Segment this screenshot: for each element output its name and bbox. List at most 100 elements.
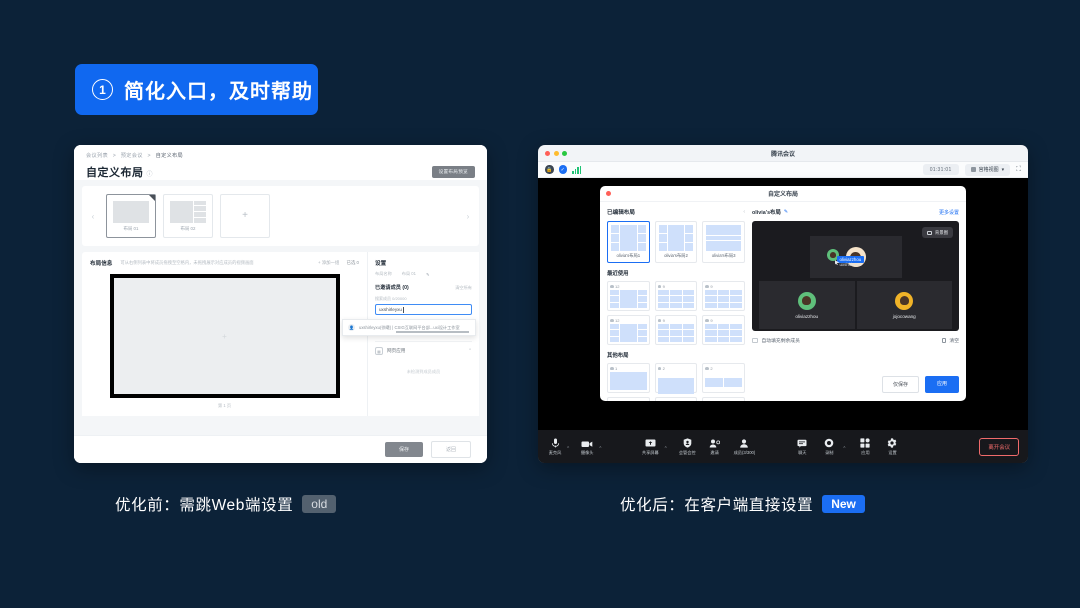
add-layout-button[interactable]: + bbox=[220, 194, 270, 238]
layout-capacity: 12 bbox=[610, 284, 647, 289]
layout-option[interactable]: 25 bbox=[654, 397, 698, 401]
layout-option[interactable]: 12 bbox=[607, 315, 650, 345]
layout-thumb[interactable]: 布局 02 bbox=[163, 194, 213, 238]
more-settings-link[interactable]: 更多设置 bbox=[939, 209, 959, 216]
selection-count: 已选 0 bbox=[346, 260, 359, 265]
chevron-up-icon[interactable]: ⌃ bbox=[566, 446, 570, 452]
user-avatar-icon: 👤 bbox=[348, 324, 355, 331]
apply-button[interactable]: 应用 bbox=[924, 376, 959, 393]
chevron-left-icon[interactable]: ‹ bbox=[88, 212, 98, 221]
toolbar-record-label: 录制 bbox=[825, 449, 834, 455]
toolbar-members-button[interactable]: 成员(3/300) bbox=[734, 438, 755, 456]
share-screen-icon bbox=[645, 438, 656, 448]
save-only-button[interactable]: 仅保存 bbox=[881, 376, 919, 393]
back-button[interactable]: 返回 bbox=[430, 441, 471, 458]
toolbar-manage-button[interactable]: 会管会控 bbox=[679, 437, 696, 456]
add-group-link[interactable]: + 添加一组 已选 0 bbox=[318, 260, 359, 266]
layout-option[interactable]: 1 bbox=[607, 363, 650, 393]
view-mode-selector[interactable]: 宫格视图 ▾ bbox=[964, 163, 1011, 176]
caption-after-text: 优化后：在客户端直接设置 bbox=[620, 497, 814, 514]
toolbar-mic-button[interactable]: 麦克风 bbox=[547, 438, 563, 456]
layout-preview bbox=[705, 290, 743, 308]
video-tile[interactable]: jojocowang bbox=[856, 281, 952, 329]
building-icon: ▦ bbox=[375, 347, 383, 355]
camera-icon bbox=[581, 438, 593, 448]
reset-layout-button[interactable]: 设置布局预览 bbox=[431, 166, 475, 178]
layout-option[interactable]: 9 bbox=[654, 315, 698, 345]
person-icon bbox=[657, 318, 662, 323]
edited-layout-card[interactable]: olivia's布局1 bbox=[607, 221, 650, 263]
chevron-left-icon[interactable]: ‹ bbox=[743, 209, 745, 215]
layout-option[interactable]: 2 bbox=[702, 363, 746, 393]
chevron-up-icon[interactable]: ⌃ bbox=[842, 446, 846, 452]
toolbar-camera-button[interactable]: 摄像头 bbox=[579, 438, 595, 456]
breadcrumb-item-0[interactable]: 会议列表 bbox=[86, 153, 108, 159]
layout-capacity: 12 bbox=[610, 318, 647, 323]
breadcrumb-item-1[interactable]: 预定会议 bbox=[121, 153, 143, 159]
chevron-up-icon[interactable]: ⌃ bbox=[468, 348, 472, 354]
edited-section-title: 已编辑布局 bbox=[607, 210, 635, 216]
edited-layout-card[interactable]: olivia's布局3 bbox=[702, 221, 746, 263]
toolbar-settings-button[interactable]: 设置 bbox=[884, 437, 900, 456]
info-circle-icon[interactable]: ⓘ bbox=[147, 172, 154, 178]
shield-user-icon bbox=[683, 437, 692, 448]
shield-lock-icon[interactable]: 🔒 bbox=[545, 165, 554, 174]
video-preview[interactable]: 背景图 oliviazzhou uxshirleyxu oliviazzhou … bbox=[752, 221, 959, 331]
badge-number: 1 bbox=[92, 79, 113, 100]
layout-info-title: 布局信息 bbox=[90, 261, 113, 267]
signal-bars-icon[interactable] bbox=[572, 165, 582, 174]
layout-preview bbox=[610, 372, 647, 390]
chevron-right-icon[interactable]: › bbox=[463, 212, 473, 221]
web-body: 会议列表 > 预定会议 > 自定义布局 自定义布局 ⓘ 设置布局预览 ‹ 布局 … bbox=[74, 145, 487, 463]
leave-meeting-button[interactable]: 离开会议 bbox=[979, 437, 1019, 456]
recent-layout-row: 12 9 9 bbox=[607, 315, 746, 345]
chevron-up-icon[interactable]: ⌃ bbox=[598, 446, 602, 452]
toolbar-invite-button[interactable]: 邀请 bbox=[707, 438, 723, 456]
video-tile-main[interactable]: oliviazzhou uxshirleyxu bbox=[809, 236, 902, 278]
layout-thumb-label: 布局 01 bbox=[123, 225, 139, 231]
layout-thumb[interactable]: 布局 01 bbox=[106, 194, 156, 238]
background-image-button[interactable]: 背景图 bbox=[921, 227, 953, 238]
search-suggestion-item[interactable]: 👤 uxshirleyxu(徐曦) | CSIG互联网平台部...uxi设计工作… bbox=[342, 319, 476, 336]
layout-capacity-value: 3 bbox=[615, 400, 617, 401]
layout-option[interactable]: 12 bbox=[607, 281, 650, 311]
autofill-checkbox[interactable] bbox=[752, 337, 758, 344]
invite-user-icon bbox=[709, 438, 721, 448]
layout-info-description: 可从右侧列表中将成员拖拽至空格内，未拖拽展示对应成员的视频画面 bbox=[120, 260, 254, 265]
search-input[interactable]: uxshirleyxu bbox=[375, 304, 472, 315]
fullscreen-icon[interactable]: ⛶ bbox=[1016, 166, 1021, 174]
trash-icon bbox=[941, 338, 947, 343]
chevron-up-icon[interactable]: ⌃ bbox=[664, 446, 668, 452]
layout-preview bbox=[658, 225, 694, 251]
custom-layout-dialog: 自定义布局 已编辑布局 ‹ olivia's布局1 olivia's布局2 ol… bbox=[600, 186, 966, 401]
save-button[interactable]: 保存 bbox=[384, 442, 423, 457]
toolbar-share-button[interactable]: 共享屏幕 bbox=[642, 438, 659, 456]
layout-option[interactable]: 9 bbox=[702, 315, 746, 345]
edited-layout-card[interactable]: olivia's布局2 bbox=[654, 221, 698, 263]
layout-option[interactable]: 9 bbox=[654, 281, 698, 311]
toolbar-apps-button[interactable]: 应用 bbox=[857, 437, 873, 456]
layout-stage[interactable]: + bbox=[109, 274, 340, 398]
pencil-icon[interactable]: ✎ bbox=[426, 272, 430, 277]
scrollbar[interactable] bbox=[395, 331, 469, 333]
edited-layout-name: olivia's布局1 bbox=[616, 253, 641, 258]
layout-capacity: 3 bbox=[610, 400, 647, 401]
video-tile[interactable]: oliviazzhou bbox=[759, 281, 855, 329]
toolbar-chat-button[interactable]: 聊天 bbox=[794, 438, 810, 456]
shield-check-icon[interactable]: ✓ bbox=[558, 165, 567, 174]
layout-capacity-value: 9 bbox=[662, 318, 665, 323]
layout-option[interactable]: 3 bbox=[607, 397, 650, 401]
department-row[interactable]: ▦ 网页应用 ⌃ bbox=[375, 341, 472, 355]
pencil-icon[interactable]: ✎ bbox=[784, 209, 788, 215]
layout-option[interactable]: 2 bbox=[654, 363, 698, 394]
layout-name-value: 布局 01 bbox=[401, 271, 416, 276]
clear-button[interactable]: 清空 bbox=[941, 337, 959, 344]
toolbar-mid-group: 共享屏幕 ⌃ 会管会控 邀请 成员(3/300) 聊天 录制 ⌃ 应用 设置 bbox=[642, 437, 901, 456]
person-icon bbox=[705, 318, 709, 323]
layout-option[interactable]: 9 bbox=[702, 281, 746, 311]
clear-all-link[interactable]: 清空所有 bbox=[455, 285, 472, 291]
layout-option[interactable]: 25 bbox=[702, 397, 746, 401]
toolbar-record-button[interactable]: 录制 bbox=[821, 438, 837, 456]
stage-cell[interactable]: + bbox=[113, 278, 336, 394]
toolbar-camera-label: 摄像头 bbox=[580, 449, 594, 455]
